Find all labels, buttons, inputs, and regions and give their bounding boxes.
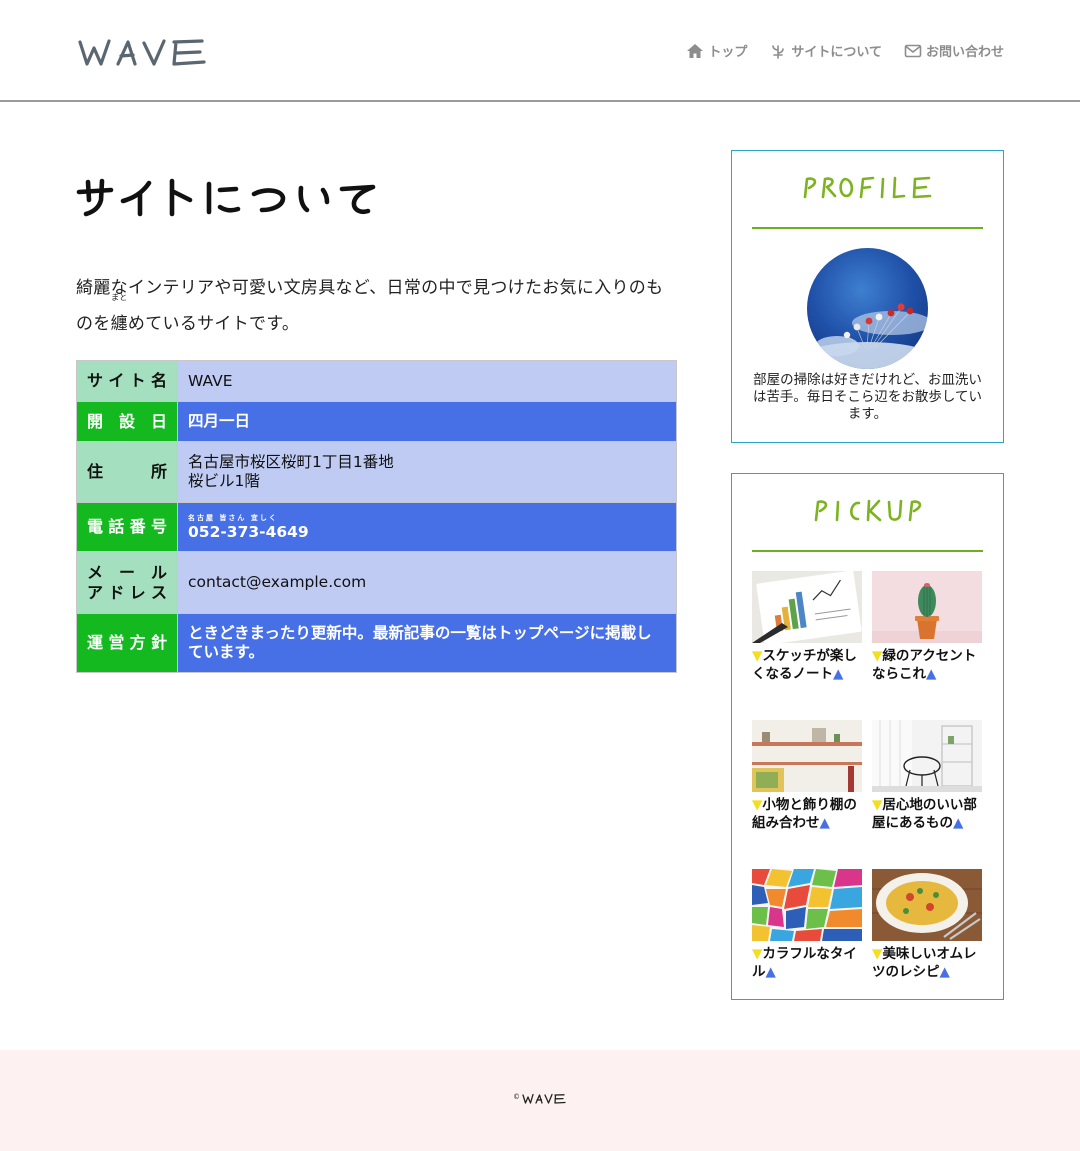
pickup-caption-text: 緑のアクセントならこれ <box>872 648 977 682</box>
pickup-item-green-accent[interactable]: ▼緑のアクセントならこれ▲ <box>872 571 983 683</box>
marker-down-icon: ▼ <box>872 648 883 664</box>
site-logo[interactable] <box>78 36 210 70</box>
row-label: 開設日 <box>76 401 178 442</box>
row-value: 名古屋 皆さん 宜しく 052-373-4649 <box>177 502 677 552</box>
pickup-image-cactus <box>872 571 982 643</box>
intro-text-part2: めているサイトです。 <box>127 314 300 334</box>
table-row: サイト名 WAVE <box>76 360 677 402</box>
row-value: 名古屋市桜区桜町1丁目1番地 桜ビル1階 <box>177 441 677 503</box>
marker-down-icon: ▼ <box>872 797 883 813</box>
marker-down-icon: ▼ <box>752 946 763 962</box>
marker-up-icon: ▲ <box>926 665 937 682</box>
marker-down-icon: ▼ <box>752 648 763 664</box>
row-value: contact@example.com <box>177 551 677 614</box>
pickup-title-lettering <box>814 499 921 522</box>
row-label-line-1: メール <box>87 562 167 582</box>
pickup-item-cozy-room[interactable]: ▼居心地のいい部屋にあるもの▲ <box>872 720 983 832</box>
marker-up-icon: ▲ <box>953 814 964 831</box>
pickup-caption-text: 美味しいオムレツのレシピ <box>872 946 977 980</box>
row-label: メール アドレス <box>76 551 178 614</box>
nav-top-label: トップ <box>708 45 748 60</box>
table-row: 電話番号 名古屋 皆さん 宜しく 052-373-4649 <box>76 502 677 552</box>
pickup-item-tiles[interactable]: ▼カラフルなタイル▲ <box>752 869 863 981</box>
page-title-hand-lettering <box>76 178 376 217</box>
main-nav: トップ サイトについて お問い合わせ <box>686 41 1004 60</box>
row-value: WAVE <box>177 360 677 402</box>
home-icon <box>687 43 704 58</box>
pickup-image-omelette <box>872 869 982 941</box>
pickup-image-notebook <box>752 571 862 643</box>
pickup-item-omelette[interactable]: ▼美味しいオムレツのレシピ▲ <box>872 869 983 981</box>
phone-ruby: 名古屋 皆さん 宜しく <box>188 514 278 522</box>
pickup-image-mosaic-tiles <box>752 869 862 941</box>
pickup-caption-text: 小物と飾り棚の組み合わせ <box>752 797 857 831</box>
nav-contact-label: お問い合わせ <box>925 45 1004 60</box>
pickup-widget: ▼スケッチが楽しくなるノート▲ ▼緑のアクセントならこれ▲ ▼小物と飾り棚の組み… <box>731 473 1004 1000</box>
marker-down-icon: ▼ <box>752 797 763 813</box>
avatar-sky-balloons-image <box>807 248 928 369</box>
pickup-item-shelf[interactable]: ▼小物と飾り棚の組み合わせ▲ <box>752 720 863 832</box>
table-row: 開設日 四月一日 <box>76 401 677 442</box>
sprout-icon <box>772 44 785 59</box>
site-footer: © <box>0 1050 1080 1151</box>
nav-about[interactable]: サイトについて <box>769 41 882 60</box>
email-link[interactable]: contact@example.com <box>188 573 366 591</box>
pickup-caption: ▼スケッチが楽しくなるノート▲ <box>752 648 863 683</box>
pickup-caption: ▼小物と飾り棚の組み合わせ▲ <box>752 797 863 832</box>
marker-up-icon: ▲ <box>819 814 830 831</box>
marker-up-icon: ▲ <box>765 963 776 980</box>
row-label: 住所 <box>76 441 178 503</box>
marker-down-icon: ▼ <box>872 946 883 962</box>
table-row: メール アドレス contact@example.com <box>76 551 677 614</box>
intro-ruby: まと纏 <box>110 293 128 342</box>
row-label: サイト名 <box>76 360 178 402</box>
phone-link[interactable]: 052-373-4649 <box>188 523 666 542</box>
marker-up-icon: ▲ <box>939 963 950 980</box>
wave-logo-mark <box>78 39 206 66</box>
profile-text: 部屋の掃除は好きだけれど、お皿洗いは苦手。毎日そこら辺をお散歩しています。 <box>752 372 983 422</box>
pickup-caption: ▼緑のアクセントならこれ▲ <box>872 648 983 683</box>
row-label: 電話番号 <box>76 502 178 552</box>
profile-widget: 部屋の掃除は好きだけれど、お皿洗いは苦手。毎日そこら辺をお散歩しています。 <box>731 150 1004 443</box>
intro-text: 綺麗なインテリアや可愛い文房具など、日常の中で見つけたお気に入りのものを まと 纏め… <box>76 270 677 342</box>
nav-contact[interactable]: お問い合わせ <box>904 41 1004 60</box>
profile-avatar <box>807 248 928 369</box>
pickup-image-shelf <box>752 720 862 792</box>
copyright-symbol: © <box>513 1093 520 1101</box>
address-line-2: 桜ビル1階 <box>188 472 260 490</box>
row-label: 運営方針 <box>76 613 178 673</box>
intro-ruby-base: 纏 <box>110 314 128 334</box>
nav-top[interactable]: トップ <box>686 41 747 60</box>
pickup-caption: ▼居心地のいい部屋にあるもの▲ <box>872 797 983 832</box>
row-value: 四月一日 <box>177 401 677 442</box>
address-line-1: 名古屋市桜区桜町1丁目1番地 <box>188 453 394 471</box>
main-content: 綺麗なインテリアや可愛い文房具など、日常の中で見つけたお気に入りのものを まと 纏め… <box>76 150 677 673</box>
pickup-item-sketch-note[interactable]: ▼スケッチが楽しくなるノート▲ <box>752 571 863 683</box>
copyright: © <box>513 1093 566 1105</box>
pickup-caption: ▼カラフルなタイル▲ <box>752 946 863 981</box>
profile-title-lettering <box>803 176 931 199</box>
page-title <box>76 178 677 248</box>
pickup-image-room-chair <box>872 720 982 792</box>
pickup-widget-title <box>752 496 983 552</box>
row-value: ときどきまったり更新中。最新記事の一覧はトップページに掲載しています。 <box>177 613 677 673</box>
site-info-table: サイト名 WAVE 開設日 四月一日 住所 名古屋市桜区桜町1丁目1番地 桜ビル… <box>76 360 677 673</box>
site-header: トップ サイトについて お問い合わせ <box>0 0 1080 102</box>
footer-wave-logo <box>522 1093 566 1104</box>
table-row: 運営方針 ときどきまったり更新中。最新記事の一覧はトップページに掲載しています。 <box>76 613 677 673</box>
intro-ruby-reading: まと <box>110 293 128 302</box>
mail-icon <box>904 44 922 57</box>
profile-widget-title <box>752 173 983 229</box>
row-label-line-2: アドレス <box>87 582 167 602</box>
marker-up-icon: ▲ <box>833 665 844 682</box>
table-row: 住所 名古屋市桜区桜町1丁目1番地 桜ビル1階 <box>76 441 677 503</box>
nav-about-label: サイトについて <box>791 45 882 60</box>
pickup-caption: ▼美味しいオムレツのレシピ▲ <box>872 946 983 981</box>
